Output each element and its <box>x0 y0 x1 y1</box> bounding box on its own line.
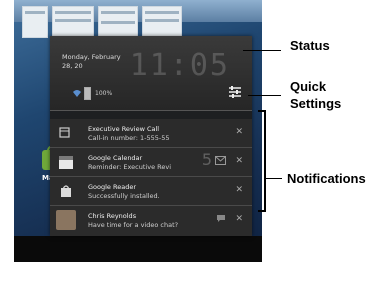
battery-percent: 100% <box>95 90 113 97</box>
notification-detail: Call-in number: 1-555-55 <box>88 134 170 142</box>
chat-icon <box>217 215 225 222</box>
notification-title: Google Calendar <box>88 154 143 162</box>
notification-title: Chris Reynolds <box>88 212 137 220</box>
status-callout-line <box>243 50 281 51</box>
app-thumbnail[interactable] <box>142 6 182 38</box>
status-area: Monday, February 28, 20 11:05 100% <box>50 36 252 111</box>
wifi-icon <box>73 90 81 97</box>
quick-settings-callout-label: Quick Settings <box>290 78 341 112</box>
notification-item[interactable]: Executive Review Call Call-in number: 1-… <box>50 119 252 148</box>
quick-settings-label-line-1: Quick <box>290 79 327 94</box>
status-callout-label: Status <box>290 38 330 53</box>
clock: 11:05 <box>129 48 230 83</box>
dismiss-icon[interactable]: ✕ <box>235 214 243 224</box>
mail-icon <box>215 156 226 165</box>
dismiss-icon[interactable]: ✕ <box>235 156 243 166</box>
calendar-app-icon <box>59 156 73 169</box>
notification-title: Google Reader <box>88 183 136 191</box>
notification-item[interactable]: Google Reader Successfully installed. ✕ <box>50 177 252 206</box>
calendar-icon <box>59 127 70 138</box>
date-line-2: 28, 20 <box>62 62 83 70</box>
app-thumbnail[interactable] <box>98 6 138 38</box>
app-thumbnail[interactable] <box>52 6 94 38</box>
notifications-bracket-top <box>258 110 266 112</box>
date-line-1: Monday, February <box>62 53 121 61</box>
notification-title: Executive Review Call <box>88 125 160 133</box>
notifications-bracket-bottom <box>258 210 266 212</box>
dismiss-icon[interactable]: ✕ <box>235 127 243 137</box>
notification-item[interactable]: Google Calendar Reminder: Executive Revi… <box>50 148 252 177</box>
notification-detail: Have time for a video chat? <box>88 221 179 229</box>
notifications-callout-line <box>266 178 282 179</box>
app-thumbnail[interactable] <box>22 6 48 38</box>
notifications-bracket <box>264 110 266 212</box>
quick-settings-label-line-2: Settings <box>290 96 342 111</box>
system-bar <box>14 236 262 262</box>
notification-detail: Reminder: Executive Revi <box>88 163 172 171</box>
dismiss-icon[interactable]: ✕ <box>235 185 243 195</box>
notification-panel: Monday, February 28, 20 11:05 100% Execu… <box>50 36 252 236</box>
unread-count-badge: 5 <box>201 150 212 169</box>
shopping-bag-icon <box>61 185 71 197</box>
notifications-callout-label: Notifications <box>287 171 366 186</box>
battery-icon <box>84 87 91 100</box>
quick-settings-icon[interactable] <box>228 84 242 100</box>
date-text: Monday, February 28, 20 <box>62 53 121 71</box>
notification-item[interactable]: Chris Reynolds Have time for a video cha… <box>50 206 252 236</box>
notification-detail: Successfully installed. <box>88 192 160 200</box>
quick-settings-callout-line <box>248 95 281 96</box>
avatar <box>56 210 76 230</box>
